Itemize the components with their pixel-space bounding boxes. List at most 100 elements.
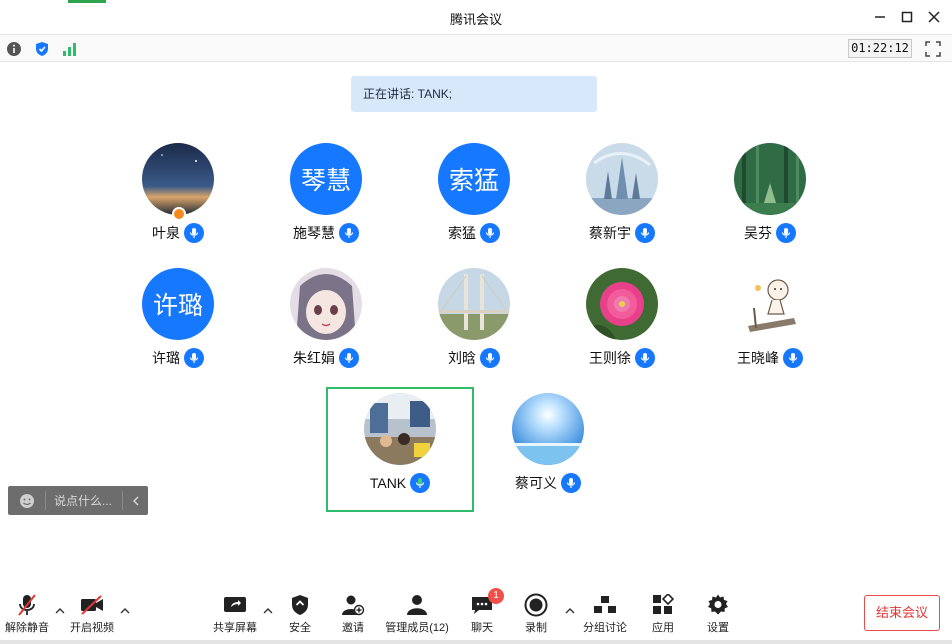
participant-tile[interactable]: 许璐 许璐 <box>108 268 248 388</box>
record-button[interactable]: 录制 <box>518 592 554 636</box>
mic-icon <box>480 348 500 368</box>
participant-tile[interactable]: 王晓峰 <box>700 268 840 388</box>
share-screen-button[interactable]: 共享屏幕 <box>210 592 260 636</box>
security-status-button[interactable] <box>32 39 52 59</box>
invite-button[interactable]: 邀请 <box>334 592 372 636</box>
participant-name: 蔡可义 <box>515 475 557 491</box>
participant-name: 施琴慧 <box>293 225 335 241</box>
participant-name: 刘晗 <box>448 350 476 366</box>
chat-placeholder[interactable]: 说点什么... <box>46 492 122 509</box>
mic-icon <box>635 223 655 243</box>
speaking-indicator: 正在讲话: TANK; <box>351 76 597 112</box>
participant-name: 蔡新宇 <box>589 225 631 241</box>
security-button[interactable]: 安全 <box>282 592 318 636</box>
mic-icon <box>783 348 803 368</box>
minimize-button[interactable] <box>870 7 890 27</box>
participant-name: 王晓峰 <box>737 350 779 366</box>
mic-icon <box>184 348 204 368</box>
unmute-button[interactable]: 解除静音 <box>4 592 50 636</box>
participant-tile[interactable]: 琴慧 施琴慧 <box>256 143 396 263</box>
share-options-caret[interactable] <box>262 604 274 616</box>
start-video-button[interactable]: 开启视频 <box>66 592 118 636</box>
info-icon <box>7 42 21 56</box>
avatar <box>438 268 510 340</box>
chat-button[interactable]: 1 聊天 <box>466 588 504 636</box>
apps-grid-icon <box>653 594 674 614</box>
mic-icon <box>635 348 655 368</box>
minimize-icon <box>875 16 885 18</box>
record-icon <box>524 593 548 617</box>
apps-button[interactable]: 应用 <box>646 592 680 636</box>
fullscreen-button[interactable] <box>923 39 943 59</box>
chevron-up-icon <box>263 607 273 613</box>
shield-icon <box>36 42 48 56</box>
meeting-timer: 01:22:12 <box>848 39 912 58</box>
mic-icon <box>480 223 500 243</box>
taskbar-indicator <box>68 0 106 3</box>
title-bar: 腾讯会议 <box>0 0 952 34</box>
participant-tile[interactable]: 吴芬 <box>700 143 840 263</box>
mic-icon <box>184 223 204 243</box>
meeting-info-bar: 01:22:12 <box>0 34 952 62</box>
avatar <box>734 268 806 340</box>
video-options-caret[interactable] <box>119 604 131 616</box>
members-icon <box>407 595 427 615</box>
close-icon <box>928 11 940 23</box>
mic-icon <box>561 473 581 493</box>
avatar <box>512 393 584 465</box>
mic-muted-icon <box>18 594 36 616</box>
signal-bars-icon <box>63 43 76 56</box>
mic-speaking-icon <box>410 473 431 493</box>
participant-tile[interactable]: 王则徐 <box>552 268 692 388</box>
participant-tile[interactable]: 朱红娟 <box>256 268 396 388</box>
add-user-icon <box>342 595 365 616</box>
participant-tile[interactable]: 蔡新宇 <box>552 143 692 263</box>
participant-tile[interactable]: 刘晗 <box>404 268 544 388</box>
participant-name: TANK <box>369 475 407 491</box>
participant-name: 索猛 <box>448 225 476 241</box>
mic-icon <box>339 348 359 368</box>
chevron-left-icon <box>132 496 138 505</box>
audio-options-caret[interactable] <box>54 604 66 616</box>
participant-name: 朱红娟 <box>293 350 335 366</box>
maximize-button[interactable] <box>897 7 917 27</box>
participant-tile-active[interactable]: TANK <box>330 393 470 513</box>
chevron-up-icon <box>565 607 575 613</box>
chevron-up-icon <box>120 607 130 613</box>
mic-icon <box>339 223 359 243</box>
avatar <box>290 268 362 340</box>
record-options-caret[interactable] <box>564 604 576 616</box>
participant-tile[interactable]: 蔡可义 <box>478 393 618 513</box>
participant-name: 许璐 <box>152 350 180 366</box>
collapse-chat-button[interactable] <box>122 491 148 510</box>
breakout-rooms-button[interactable]: 分组讨论 <box>580 592 630 636</box>
participant-name: 吴芬 <box>744 225 772 241</box>
participant-name: 叶泉 <box>152 225 180 241</box>
mic-icon <box>776 223 796 243</box>
avatar <box>586 268 658 340</box>
meeting-info-button[interactable] <box>4 39 24 59</box>
breakout-icon <box>594 596 616 613</box>
gear-icon <box>708 594 728 615</box>
bottom-toolbar: 解除静音 开启视频 共享屏幕 安全 邀请 管理成员(12) 1 聊天 录制 分组… <box>0 586 952 644</box>
avatar <box>364 393 436 465</box>
participant-tile[interactable]: 索猛 索猛 <box>404 143 544 263</box>
avatar: 索猛 <box>438 143 510 215</box>
end-meeting-button[interactable]: 结束会议 <box>864 595 940 631</box>
avatar: 许璐 <box>142 268 214 340</box>
quick-chat-input[interactable]: 说点什么... <box>8 486 148 515</box>
avatar <box>142 143 214 215</box>
participant-name: 王则徐 <box>589 350 631 366</box>
avatar <box>734 143 806 215</box>
participant-tile[interactable]: 叶泉 <box>108 143 248 263</box>
camera-off-icon <box>81 595 103 615</box>
maximize-icon <box>901 11 913 23</box>
manage-members-button[interactable]: 管理成员(12) <box>382 592 452 636</box>
emoji-button[interactable] <box>8 491 46 510</box>
chevron-up-icon <box>55 607 65 613</box>
close-button[interactable] <box>924 7 944 27</box>
network-status-button[interactable] <box>60 39 80 59</box>
shield-icon <box>292 595 308 615</box>
settings-button[interactable]: 设置 <box>702 592 734 636</box>
avatar <box>586 143 658 215</box>
